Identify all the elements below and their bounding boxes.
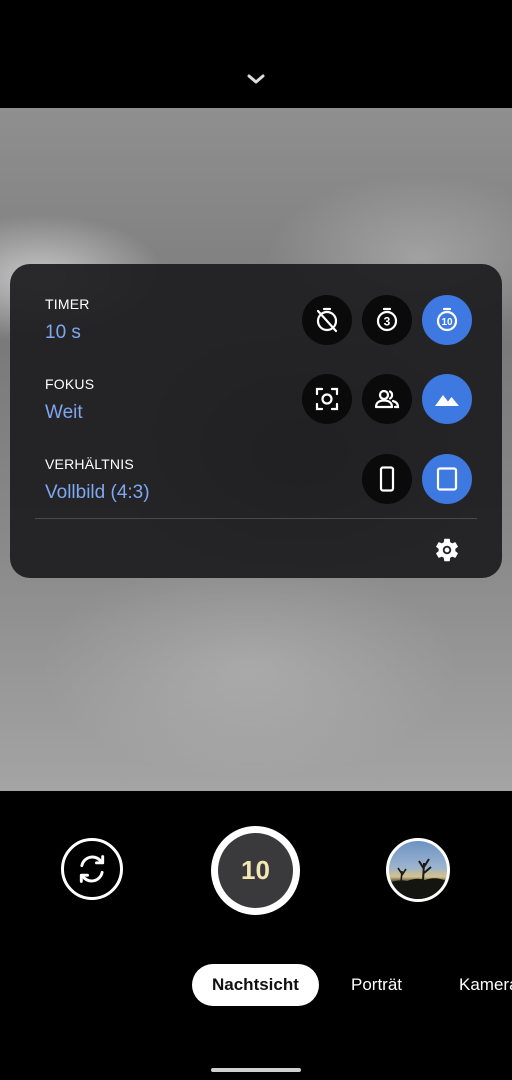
svg-text:10: 10 <box>441 317 453 328</box>
gallery-thumbnail[interactable] <box>386 838 450 902</box>
shutter-button[interactable]: 10 <box>211 826 300 915</box>
focus-people-button[interactable] <box>362 374 412 424</box>
ratio-tall-icon <box>379 466 395 492</box>
timer-label: TIMER <box>45 296 90 312</box>
focus-value: Weit <box>45 402 83 423</box>
landscape-icon <box>435 395 459 406</box>
switch-camera-button[interactable] <box>61 838 123 900</box>
chevron-down-icon[interactable] <box>244 70 268 90</box>
timer-3-icon: 3 <box>376 307 398 332</box>
shutter-countdown: 10 <box>218 833 293 908</box>
timer-value: 10 s <box>45 322 81 343</box>
timer-off-icon <box>316 307 338 333</box>
gesture-nav-handle[interactable] <box>211 1068 301 1072</box>
focus-landscape-button[interactable] <box>422 374 472 424</box>
timer-10-icon: 10 <box>436 307 458 332</box>
people-icon <box>374 389 400 409</box>
timer-10s-button[interactable]: 10 <box>422 295 472 345</box>
ratio-label: VERHÄLTNIS <box>45 456 134 472</box>
ratio-setting: VERHÄLTNIS Vollbild (4:3) <box>45 456 150 504</box>
mode-night-sight[interactable]: Nachtsicht <box>192 964 319 1006</box>
switch-camera-icon <box>79 855 105 883</box>
top-bar <box>0 0 512 108</box>
timer-3s-button[interactable]: 3 <box>362 295 412 345</box>
ratio-tall-button[interactable] <box>362 454 412 504</box>
ratio-value: Vollbild (4:3) <box>45 482 150 503</box>
face-focus-icon <box>315 387 339 411</box>
quick-settings-panel: TIMER 10 s 3 10 FOKUS Weit VERHÄLTNIS Vo… <box>10 264 502 578</box>
mode-camera[interactable]: Kamera <box>459 964 512 1006</box>
timer-setting: TIMER 10 s <box>45 296 90 344</box>
focus-label: FOKUS <box>45 376 95 392</box>
gear-icon <box>436 538 458 562</box>
settings-button[interactable] <box>431 534 463 566</box>
focus-setting: FOKUS Weit <box>45 376 94 424</box>
thumbnail-image <box>389 858 447 899</box>
svg-text:3: 3 <box>384 315 391 329</box>
timer-off-button[interactable] <box>302 295 352 345</box>
mode-portrait[interactable]: Porträt <box>351 964 402 1006</box>
focus-face-button[interactable] <box>302 374 352 424</box>
ratio-4-3-icon <box>436 467 458 491</box>
panel-divider <box>35 518 477 519</box>
ratio-4-3-button[interactable] <box>422 454 472 504</box>
mode-selector: Nachtsicht Porträt Kamera <box>0 964 512 1006</box>
